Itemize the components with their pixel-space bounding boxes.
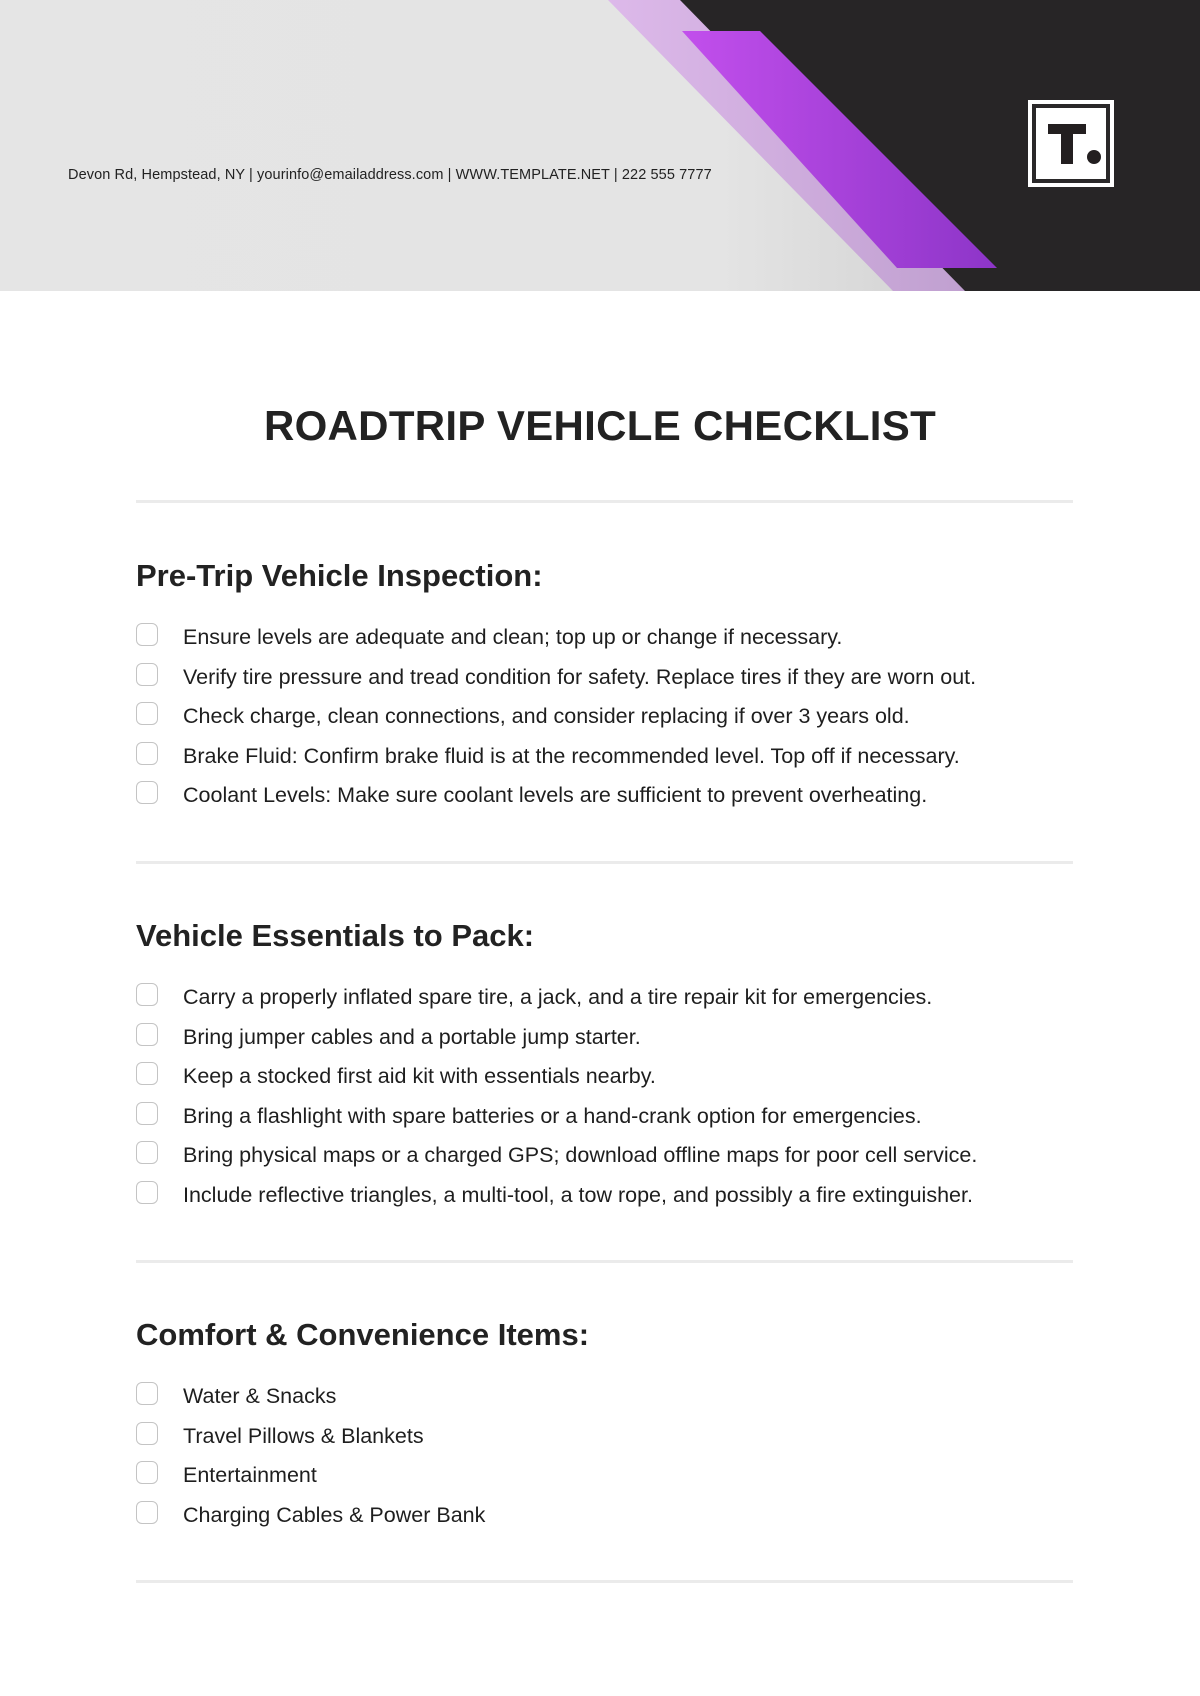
- checkbox[interactable]: [136, 1180, 158, 1204]
- checkbox[interactable]: [136, 1382, 158, 1406]
- checklist-item: Keep a stocked first aid kit with essent…: [136, 1057, 1096, 1097]
- checklist-item: Check charge, clean connections, and con…: [136, 697, 1096, 737]
- checkbox[interactable]: [136, 1461, 158, 1485]
- checklist-item: Ensure levels are adequate and clean; to…: [136, 618, 1096, 658]
- checkbox[interactable]: [136, 983, 158, 1007]
- item-label: Entertainment: [183, 1463, 317, 1488]
- checklist-item: Entertainment: [136, 1456, 1096, 1496]
- divider: [136, 500, 1073, 503]
- item-label: Water & Snacks: [183, 1384, 337, 1409]
- section-heading-essentials: Vehicle Essentials to Pack:: [136, 918, 535, 953]
- checkbox[interactable]: [136, 662, 158, 686]
- checklist-item: Verify tire pressure and tread condition…: [136, 658, 1096, 698]
- section-heading-comfort: Comfort & Convenience Items:: [136, 1317, 590, 1352]
- checklist-item: Brake Fluid: Confirm brake fluid is at t…: [136, 737, 1096, 777]
- checklist-item: Include reflective triangles, a multi-to…: [136, 1176, 1096, 1216]
- item-label: Bring physical maps or a charged GPS; do…: [183, 1143, 978, 1168]
- item-label: Travel Pillows & Blankets: [183, 1423, 424, 1448]
- logo-dot-icon: [1087, 150, 1101, 164]
- checklist-pre-trip: Ensure levels are adequate and clean; to…: [136, 618, 1096, 816]
- item-label: Bring jumper cables and a portable jump …: [183, 1024, 641, 1049]
- checklist-item: Water & Snacks: [136, 1377, 1096, 1417]
- contact-info: Devon Rd, Hempstead, NY | yourinfo@email…: [68, 167, 712, 183]
- checkbox[interactable]: [136, 1062, 158, 1086]
- item-label: Keep a stocked first aid kit with essent…: [183, 1064, 656, 1089]
- checkbox[interactable]: [136, 702, 158, 726]
- checklist-item: Coolant Levels: Make sure coolant levels…: [136, 776, 1096, 816]
- checkbox[interactable]: [136, 1141, 158, 1165]
- item-label: Ensure levels are adequate and clean; to…: [183, 625, 843, 650]
- checklist-item: Bring a flashlight with spare batteries …: [136, 1097, 1096, 1137]
- checkbox[interactable]: [136, 1421, 158, 1445]
- logo-t-stem: [1061, 124, 1073, 164]
- checkbox[interactable]: [136, 1500, 158, 1524]
- page-title: ROADTRIP VEHICLE CHECKLIST: [263, 402, 937, 449]
- checklist-essentials: Carry a properly inflated spare tire, a …: [136, 978, 1096, 1215]
- checklist-item: Carry a properly inflated spare tire, a …: [136, 978, 1096, 1018]
- header-decoration: [608, 0, 1200, 291]
- divider: [136, 1260, 1073, 1263]
- checklist-comfort: Water & Snacks Travel Pillows & Blankets…: [136, 1377, 1096, 1535]
- divider: [136, 1580, 1073, 1583]
- item-label: Include reflective triangles, a multi-to…: [183, 1182, 973, 1207]
- item-label: Brake Fluid: Confirm brake fluid is at t…: [183, 743, 960, 768]
- item-label: Charging Cables & Power Bank: [183, 1502, 486, 1527]
- item-label: Verify tire pressure and tread condition…: [183, 664, 977, 689]
- checklist-item: Travel Pillows & Blankets: [136, 1417, 1096, 1457]
- item-label: Bring a flashlight with spare batteries …: [183, 1103, 922, 1128]
- checkbox[interactable]: [136, 1022, 158, 1046]
- checkbox[interactable]: [136, 741, 158, 765]
- checklist-item: Bring physical maps or a charged GPS; do…: [136, 1136, 1096, 1176]
- section-heading-pre-trip: Pre-Trip Vehicle Inspection:: [136, 558, 543, 593]
- brand-logo: [1028, 100, 1114, 187]
- checkbox[interactable]: [136, 623, 158, 647]
- item-label: Carry a properly inflated spare tire, a …: [183, 985, 933, 1010]
- checkbox[interactable]: [136, 1101, 158, 1125]
- item-label: Coolant Levels: Make sure coolant levels…: [183, 783, 928, 808]
- page-header: Devon Rd, Hempstead, NY | yourinfo@email…: [0, 0, 1200, 291]
- checklist-item: Bring jumper cables and a portable jump …: [136, 1018, 1096, 1058]
- checklist-item: Charging Cables & Power Bank: [136, 1496, 1096, 1536]
- checkbox[interactable]: [136, 781, 158, 805]
- item-label: Check charge, clean connections, and con…: [183, 704, 910, 729]
- divider: [136, 861, 1073, 864]
